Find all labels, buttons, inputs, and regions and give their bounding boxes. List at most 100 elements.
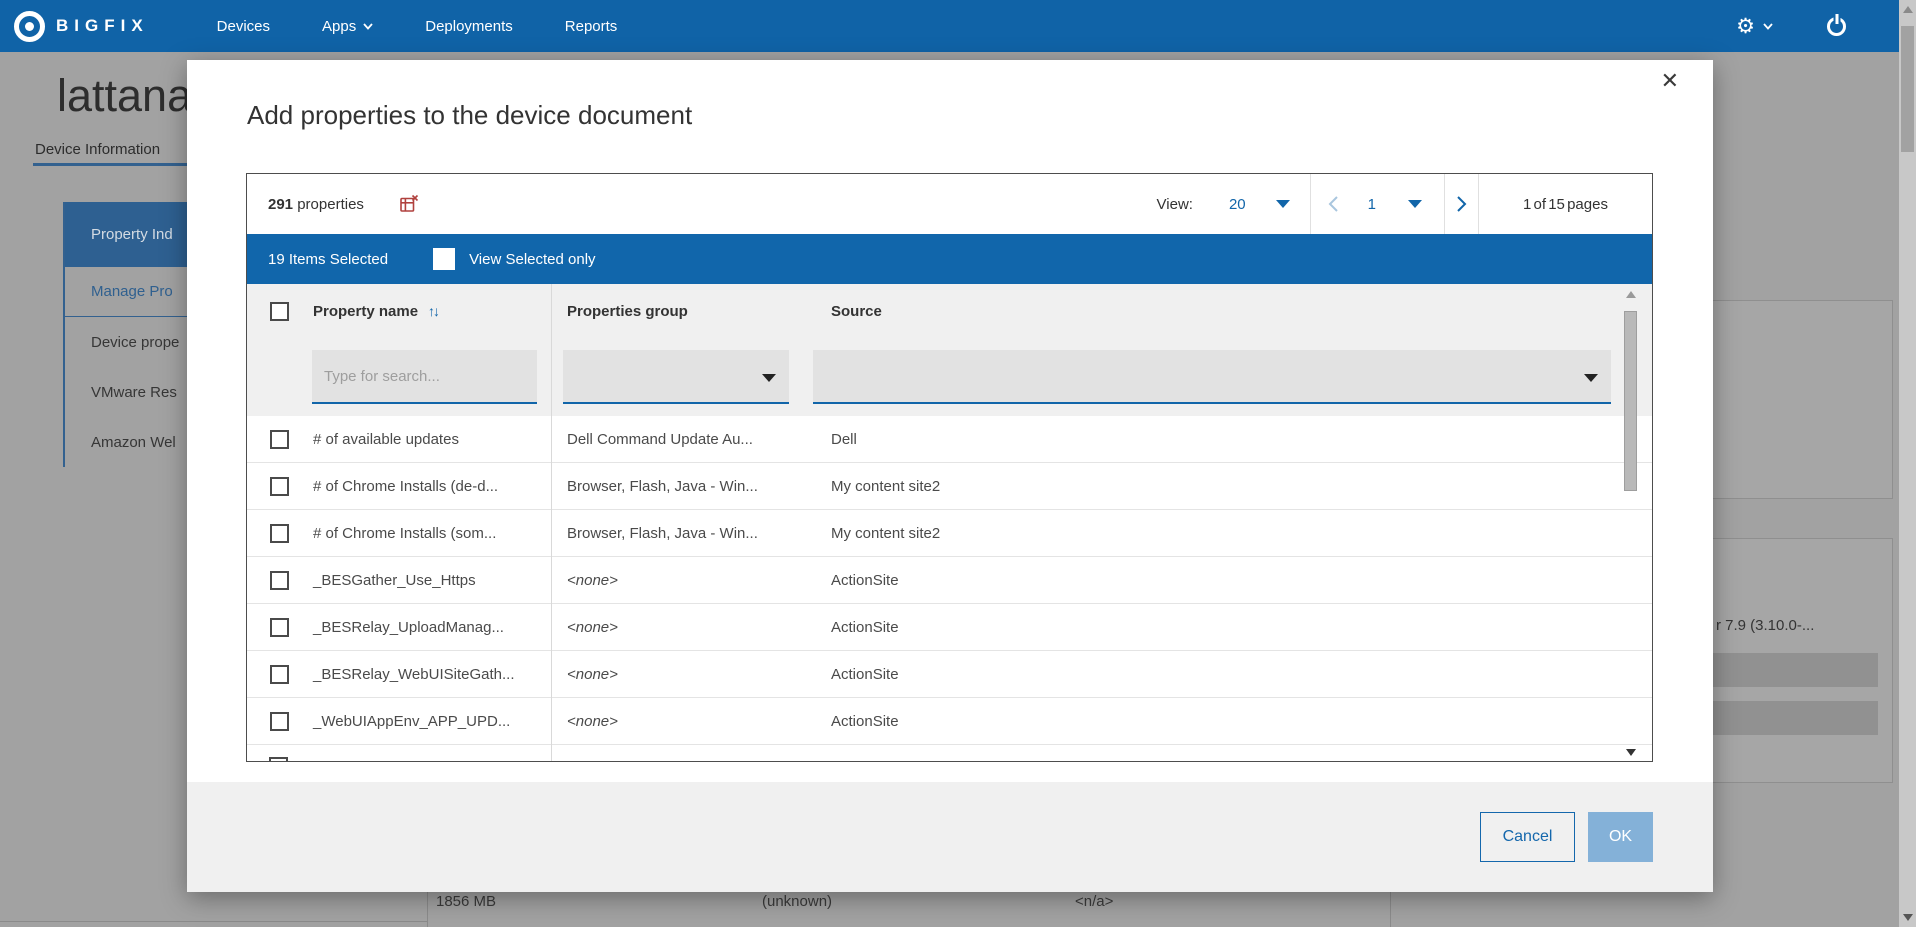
scroll-down-arrow-icon[interactable] [1903, 914, 1913, 921]
properties-group: <none> [551, 572, 813, 589]
properties-group: <none> [551, 619, 813, 636]
background-panel-top-right [1713, 300, 1893, 499]
table-row[interactable]: _BESRelay_WebUISiteGath... <none> Action… [247, 651, 1652, 698]
items-selected-text: 19 Items Selected [268, 251, 388, 268]
row-checkbox[interactable] [270, 477, 289, 496]
active-tab-underline [33, 163, 187, 166]
background-panel-right: r 7.9 (3.10.0-... [1713, 538, 1893, 783]
table-body: # of available updates Dell Command Upda… [247, 416, 1652, 762]
table-row[interactable]: # of available updates Dell Command Upda… [247, 416, 1652, 463]
background-divider [1390, 890, 1391, 927]
view-label: View: [1157, 196, 1193, 213]
table-row[interactable]: _BESGather_Use_Https <none> ActionSite [247, 557, 1652, 604]
property-name: # of available updates [313, 431, 459, 448]
properties-group: Dell Command Update Au... [551, 431, 813, 448]
scroll-up-arrow-icon[interactable] [1626, 291, 1636, 298]
source: Dell [813, 431, 1652, 448]
select-all-checkbox[interactable] [270, 302, 289, 321]
background-value-ram: 1856 MB [436, 893, 496, 910]
table-row[interactable]: _WebUIAppEnv_APP_UPD... <none> ActionSit… [247, 698, 1652, 745]
background-bar [1713, 653, 1878, 687]
view-selected-only-checkbox[interactable] [433, 248, 455, 270]
nav-item-apps[interactable]: Apps [296, 0, 399, 52]
source: ActionSite [813, 572, 1652, 589]
table-row[interactable]: _BESRelay_UploadManag... <none> ActionSi… [247, 604, 1652, 651]
column-header-source: Source [813, 303, 1652, 320]
source: My content site2 [813, 478, 1652, 495]
property-name: # of Chrome Installs (de-d... [313, 478, 498, 495]
properties-group-filter-dropdown[interactable] [563, 350, 789, 404]
settings-menu[interactable]: ⚙ [1736, 16, 1773, 37]
clear-table-icon[interactable] [399, 194, 419, 214]
close-icon[interactable]: ✕ [1661, 70, 1679, 92]
scroll-down-arrow-icon[interactable] [1626, 749, 1636, 756]
row-checkbox [269, 757, 288, 762]
chevron-down-icon [762, 374, 776, 382]
sidebar-item-property-index: Property Ind [65, 202, 187, 267]
page-size-select[interactable]: 20 [1229, 196, 1290, 213]
property-name: _BESGather_Use_Https [313, 572, 476, 589]
row-checkbox[interactable] [270, 571, 289, 590]
chevron-down-icon [1584, 374, 1598, 382]
properties-group: <none> [551, 666, 813, 683]
background-value-unknown: (unknown) [762, 893, 832, 910]
brand-name: BIGFIX [56, 16, 149, 36]
sort-icon[interactable]: ↑↓ [428, 303, 438, 319]
properties-group: <none> [551, 713, 813, 730]
row-checkbox[interactable] [270, 524, 289, 543]
device-page-title: lattana [57, 70, 192, 122]
selection-bar: 19 Items Selected View Selected only [247, 234, 1652, 284]
browser-scrollbar-thumb[interactable] [1901, 26, 1914, 152]
logout-power-icon[interactable] [1827, 17, 1846, 36]
dialog-footer: Cancel OK [187, 782, 1713, 892]
table-filter-row [247, 338, 1652, 416]
source-filter-dropdown[interactable] [813, 350, 1611, 404]
nav-menu: Devices Apps Deployments Reports [191, 0, 644, 52]
sidebar-item-vmware: VMware Res [65, 367, 187, 417]
top-nav: BIGFIX Devices Apps Deployments Reports … [0, 0, 1916, 52]
row-checkbox[interactable] [270, 712, 289, 731]
nav-item-devices[interactable]: Devices [191, 0, 296, 52]
source: ActionSite [813, 619, 1652, 636]
background-divider [427, 890, 428, 927]
table-row[interactable]: # of Chrome Installs (de-d... Browser, F… [247, 463, 1652, 510]
scroll-up-arrow-icon[interactable] [1903, 6, 1913, 13]
current-page-select[interactable]: 1 [1356, 196, 1444, 213]
view-selected-only-label[interactable]: View Selected only [469, 251, 595, 268]
nav-item-deployments[interactable]: Deployments [399, 0, 539, 52]
chevron-down-icon [1408, 200, 1422, 208]
property-name: _BESRelay_WebUISiteGath... [313, 666, 515, 683]
row-checkbox[interactable] [270, 618, 289, 637]
table-header: Property name ↑↓ Properties group Source [247, 284, 1652, 338]
ok-button[interactable]: OK [1588, 812, 1653, 862]
add-properties-dialog: ✕ Add properties to the device document … [187, 60, 1713, 892]
cancel-button[interactable]: Cancel [1480, 812, 1575, 862]
browser-scrollbar[interactable] [1899, 0, 1916, 927]
table-scrollbar-thumb[interactable] [1624, 311, 1637, 491]
gear-icon: ⚙ [1736, 16, 1755, 37]
column-divider [551, 284, 552, 761]
current-page-value: 1 [1368, 196, 1376, 213]
chevron-down-icon [1763, 23, 1773, 30]
chevron-down-icon [363, 23, 373, 30]
background-bar [1713, 701, 1878, 735]
source: ActionSite [813, 666, 1652, 683]
properties-count: 291 properties [268, 196, 364, 213]
property-name: # of Chrome Installs (som... [313, 525, 496, 542]
row-checkbox[interactable] [270, 665, 289, 684]
next-page-button[interactable] [1445, 174, 1478, 234]
table-scrollbar[interactable] [1624, 289, 1638, 759]
background-os-text: r 7.9 (3.10.0-... [1716, 617, 1814, 634]
page-count-text: 1 of 15 pages [1479, 196, 1652, 213]
column-header-property-name: Property name [313, 303, 418, 320]
table-row[interactable]: # of Chrome Installs (som... Browser, Fl… [247, 510, 1652, 557]
row-checkbox[interactable] [270, 430, 289, 449]
nav-item-reports[interactable]: Reports [539, 0, 644, 52]
search-input[interactable] [312, 350, 537, 404]
table-row-partial [247, 745, 1652, 762]
prev-page-button[interactable] [1311, 174, 1356, 234]
properties-group: Browser, Flash, Java - Win... [551, 478, 813, 495]
background-divider [0, 921, 427, 922]
properties-group: Browser, Flash, Java - Win... [551, 525, 813, 542]
page-size-value: 20 [1229, 196, 1246, 213]
